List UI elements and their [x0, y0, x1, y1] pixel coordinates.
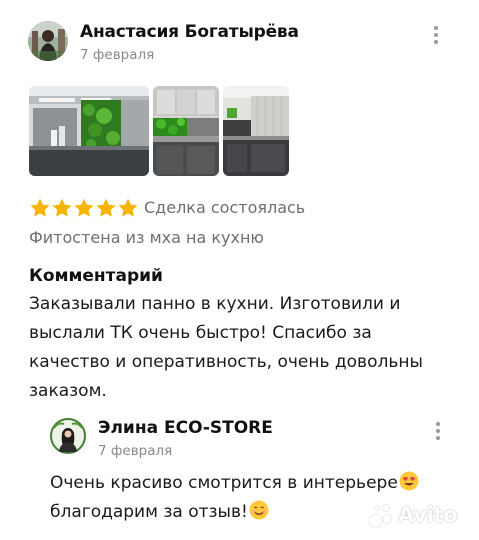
star-icon: [118, 198, 138, 217]
deal-status: Сделка состоялась: [144, 198, 306, 217]
review-date: 7 февраля: [80, 47, 155, 63]
review-photo-3[interactable]: [223, 86, 289, 176]
author-name[interactable]: Анастасия Богатырёва: [80, 22, 299, 42]
seller-name[interactable]: Элина ECO-STORE: [98, 418, 273, 438]
comment-text: Заказывали панно в кухни. Изготовили и в…: [29, 290, 449, 406]
review-header: Анастасия Богатырёва 7 февраля: [28, 19, 458, 65]
star-icon: [96, 198, 116, 217]
watermark-text: Avito: [398, 503, 458, 527]
seller-avatar[interactable]: [50, 418, 86, 454]
comment-line: Заказывали панно в кухни. Изготовили и: [29, 294, 401, 314]
smiling-face-emoji-icon: [249, 500, 269, 520]
author-avatar[interactable]: [28, 21, 68, 61]
reply-more-options-icon[interactable]: [428, 419, 448, 443]
reply-date: 7 февраля: [98, 443, 173, 459]
rating-row: Сделка состоялась: [29, 196, 389, 222]
comment-heading: Комментарий: [29, 266, 163, 286]
reply-line: Очень красиво смотрится в интерьере: [50, 469, 430, 498]
comment-line: заказом.: [29, 381, 107, 401]
comment-line: качество и оперативность, очень довольны: [29, 352, 423, 372]
star-icon: [30, 198, 50, 217]
review-more-options-icon[interactable]: [426, 23, 446, 47]
reply-line-text: благодарим за отзыв!: [50, 502, 248, 522]
avito-watermark: Avito: [368, 502, 468, 530]
comment-line: выслали ТК очень быстро! Спасибо за: [29, 323, 372, 343]
reply-line-text: Очень красиво смотрится в интерьере: [50, 473, 398, 493]
heart-eyes-emoji-icon: [399, 471, 419, 491]
star-icon: [74, 198, 94, 217]
review-photo-1[interactable]: [29, 86, 149, 176]
review-photo-2[interactable]: [153, 86, 219, 176]
star-icon: [52, 198, 72, 217]
avito-logo-icon: [369, 504, 392, 528]
item-title[interactable]: Фитостена из мха на кухню: [29, 228, 264, 247]
